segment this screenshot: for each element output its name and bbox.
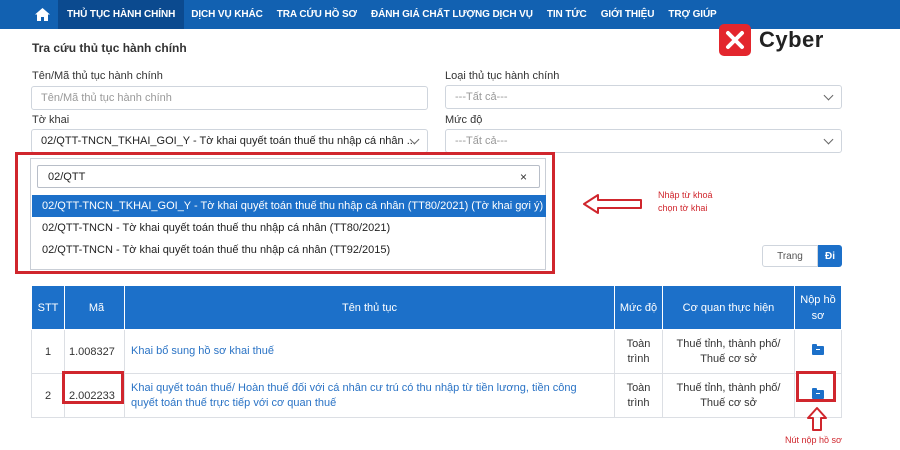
submit-highlight-box [796,371,836,402]
row-name: Khai bổ sung hồ sơ khai thuế [124,329,615,374]
header-submit: Nộp hồ sơ [794,285,842,330]
row-level-line2: trình [627,352,650,365]
page-input[interactable]: Trang [762,245,818,267]
header-name: Tên thủ tục [124,285,615,330]
go-button[interactable]: Đi [818,245,842,267]
row-code: 1.008327 [64,329,125,374]
header-stt: STT [31,285,65,330]
procedure-link-line2[interactable]: quyết toán thuế trực tiếp với cơ quan th… [131,396,608,411]
level-select-value: ---Tất cả--- [455,135,508,147]
nav-item-danh-gia[interactable]: ĐÁNH GIÁ CHẤT LƯỢNG DỊCH VỤ [364,0,540,29]
declaration-select-value: 02/QTT-TNCN_TKHAI_GOI_Y - Tờ khai quyết … [41,135,416,147]
row-level-line1: Toàn [626,381,651,394]
declaration-label: Tờ khai [32,114,70,126]
row-stt: 1 [31,329,65,374]
row-level-line2: trình [627,396,650,409]
folder-icon[interactable] [812,343,824,355]
row-level: Toàn trình [614,373,663,418]
row-name: Khai quyết toán thuế/ Hoàn thuế đối với … [124,373,615,418]
name-input[interactable]: Tên/Mã thủ tục hành chính [31,86,428,110]
row-agency-line2: Thuế cơ sở [700,396,757,409]
nav-item-tin-tuc[interactable]: TIN TỨC [540,0,594,29]
nav-item-thu-tuc[interactable]: THỦ TỤC HÀNH CHÍNH [58,0,185,29]
header-code: Mã [64,285,125,330]
keyword-annotation: Nhập từ khoá chọn tờ khai [658,189,713,215]
procedure-link[interactable]: Khai quyết toán thuế/ Hoàn thuế đối với … [131,381,608,396]
nav-item-tra-cuu-ho-so[interactable]: TRA CỨU HỒ SƠ [270,0,364,29]
table-row: 1 1.008327 Khai bổ sung hồ sơ khai thuế … [31,329,842,374]
nav-item-dich-vu-khac[interactable]: DỊCH VỤ KHÁC [184,0,270,29]
procedure-link[interactable]: Khai bổ sung hồ sơ khai thuế [131,344,608,359]
row-agency-line1: Thuế tỉnh, thành phố/ [676,337,781,350]
app-root: THỦ TỤC HÀNH CHÍNH DỊCH VỤ KHÁC TRA CỨU … [0,0,900,450]
page-title: Tra cứu thủ tục hành chính [32,41,187,55]
row-agency-line1: Thuế tỉnh, thành phố/ [676,381,781,394]
submit-annotation: Nút nộp hồ sơ [785,435,842,445]
cyber-logo: Cyber [719,24,824,56]
keyword-annotation-line1: Nhập từ khoá [658,190,713,200]
row-level-line1: Toàn [626,337,651,350]
row-agency-line2: Thuế cơ sở [700,352,757,365]
type-select-value: ---Tất cả--- [455,91,508,103]
type-label: Loại thủ tục hành chính [445,70,560,82]
dropdown-highlight-box [15,152,555,274]
cyber-logo-icon [719,24,751,56]
nav-item-tro-giup[interactable]: TRỢ GIÚP [661,0,723,29]
chevron-down-icon [823,134,834,145]
header-agency: Cơ quan thực hiện [662,285,795,330]
chevron-down-icon [823,90,834,101]
row-level: Toàn trình [614,329,663,374]
table-row: 2 2.002233 Khai quyết toán thuế/ Hoàn th… [31,373,842,418]
table-header-row: STT Mã Tên thủ tục Mức độ Cơ quan thực h… [31,285,842,330]
header-level: Mức độ [614,285,663,330]
up-arrow-icon [807,407,827,431]
logo-text: Cyber [759,27,824,52]
declaration-select[interactable]: 02/QTT-TNCN_TKHAI_GOI_Y - Tờ khai quyết … [31,129,428,153]
nav-item-gioi-thieu[interactable]: GIỚI THIỆU [594,0,662,29]
home-icon[interactable] [26,0,58,29]
row-stt: 2 [31,373,65,418]
row-submit [794,329,842,374]
keyword-annotation-line2: chọn tờ khai [658,203,708,213]
results-table: STT Mã Tên thủ tục Mức độ Cơ quan thực h… [31,285,842,418]
code-highlight-box [62,371,124,404]
name-input-placeholder: Tên/Mã thủ tục hành chính [41,92,172,104]
level-label: Mức độ [445,114,483,126]
name-label: Tên/Mã thủ tục hành chính [32,70,163,82]
type-select[interactable]: ---Tất cả--- [445,85,842,109]
level-select[interactable]: ---Tất cả--- [445,129,842,153]
row-agency: Thuế tỉnh, thành phố/ Thuế cơ sở [662,373,795,418]
row-agency: Thuế tỉnh, thành phố/ Thuế cơ sở [662,329,795,374]
left-arrow-icon [583,194,642,214]
